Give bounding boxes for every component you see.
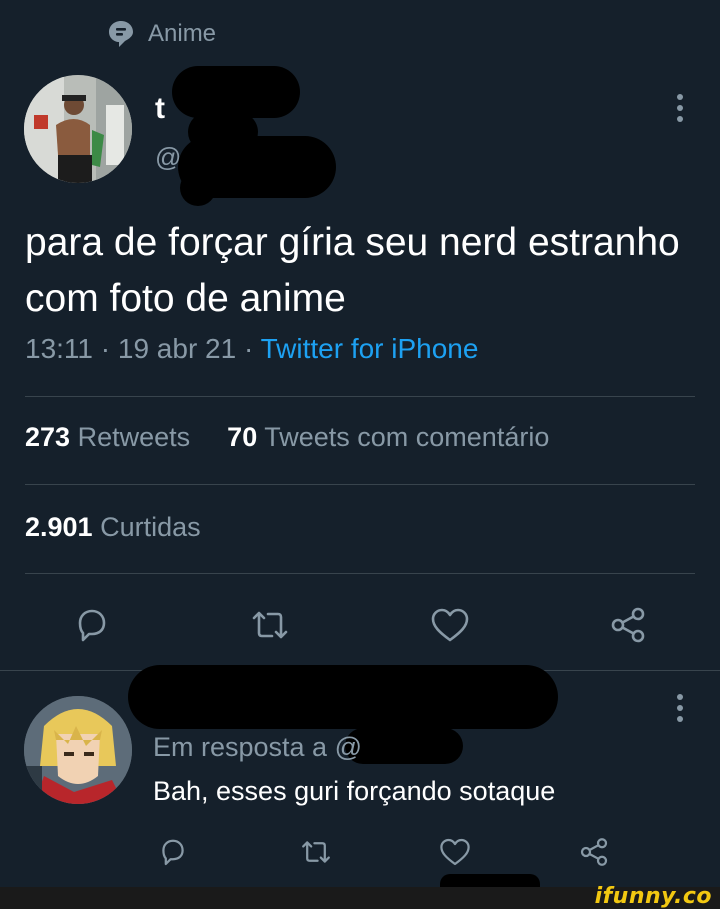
retweet-icon bbox=[252, 611, 288, 639]
action-bar bbox=[0, 603, 720, 647]
reply-share-button[interactable] bbox=[576, 834, 612, 870]
redaction-mark bbox=[345, 728, 463, 764]
redaction-mark bbox=[172, 66, 300, 118]
ifunny-watermark: ifunny.co bbox=[594, 884, 712, 909]
stats-row: 273 Retweets 70 Tweets com comentário bbox=[25, 422, 549, 453]
topic-bubble-icon bbox=[109, 21, 133, 47]
author-name[interactable]: t bbox=[155, 92, 165, 126]
topic-header[interactable]: Anime bbox=[108, 20, 216, 48]
like-icon bbox=[440, 838, 470, 866]
retweet-button[interactable] bbox=[248, 603, 292, 647]
tweet-source-link[interactable]: Twitter for iPhone bbox=[261, 333, 479, 364]
reply-reply-button[interactable] bbox=[155, 834, 191, 870]
in-reply-to-label[interactable]: Em resposta a @ bbox=[153, 732, 362, 763]
divider bbox=[25, 484, 695, 485]
author-photo bbox=[24, 75, 132, 183]
author-avatar[interactable] bbox=[24, 75, 132, 183]
reply-more-options-button[interactable] bbox=[670, 694, 690, 722]
tweet-text: para de forçar gíria seu nerd estranho c… bbox=[25, 221, 680, 320]
divider bbox=[25, 396, 695, 397]
share-button[interactable] bbox=[606, 603, 650, 647]
reply-retweet-button[interactable] bbox=[296, 834, 336, 870]
share-icon bbox=[611, 607, 645, 643]
more-icon bbox=[677, 694, 683, 700]
tweet-timestamp: 13:11 · 19 abr 21 · bbox=[25, 333, 261, 364]
likes-count: 2.901 bbox=[25, 512, 93, 542]
quotes-stat[interactable]: 70 Tweets com comentário bbox=[227, 422, 549, 452]
retweet-icon bbox=[302, 841, 330, 863]
reply-like-button[interactable] bbox=[436, 834, 474, 870]
like-button[interactable] bbox=[428, 603, 472, 647]
share-icon bbox=[580, 838, 608, 866]
reply-icon bbox=[162, 839, 184, 866]
topic-label: Anime bbox=[148, 20, 217, 47]
quotes-label: Tweets com comentário bbox=[264, 422, 550, 452]
tweet-meta: 13:11 · 19 abr 21 · Twitter for iPhone bbox=[25, 333, 478, 365]
divider bbox=[25, 573, 695, 574]
likes-stat[interactable]: 2.901 Curtidas bbox=[25, 512, 201, 543]
retweets-label: Retweets bbox=[77, 422, 191, 452]
quotes-count: 70 bbox=[227, 422, 258, 452]
more-icon bbox=[677, 94, 683, 100]
reply-author-photo bbox=[24, 696, 132, 804]
more-options-button[interactable] bbox=[670, 94, 690, 122]
reply-icon bbox=[78, 609, 106, 642]
retweets-stat[interactable]: 273 Retweets bbox=[25, 422, 190, 452]
likes-label: Curtidas bbox=[100, 512, 201, 542]
like-icon bbox=[431, 608, 469, 642]
redaction-mark bbox=[180, 170, 216, 206]
reply-text: Bah, esses guri forçando sotaque bbox=[153, 776, 556, 806]
retweets-count: 273 bbox=[25, 422, 71, 452]
reply-author-avatar[interactable] bbox=[24, 696, 132, 804]
redaction-mark bbox=[128, 665, 558, 729]
reply-button[interactable] bbox=[70, 603, 114, 647]
